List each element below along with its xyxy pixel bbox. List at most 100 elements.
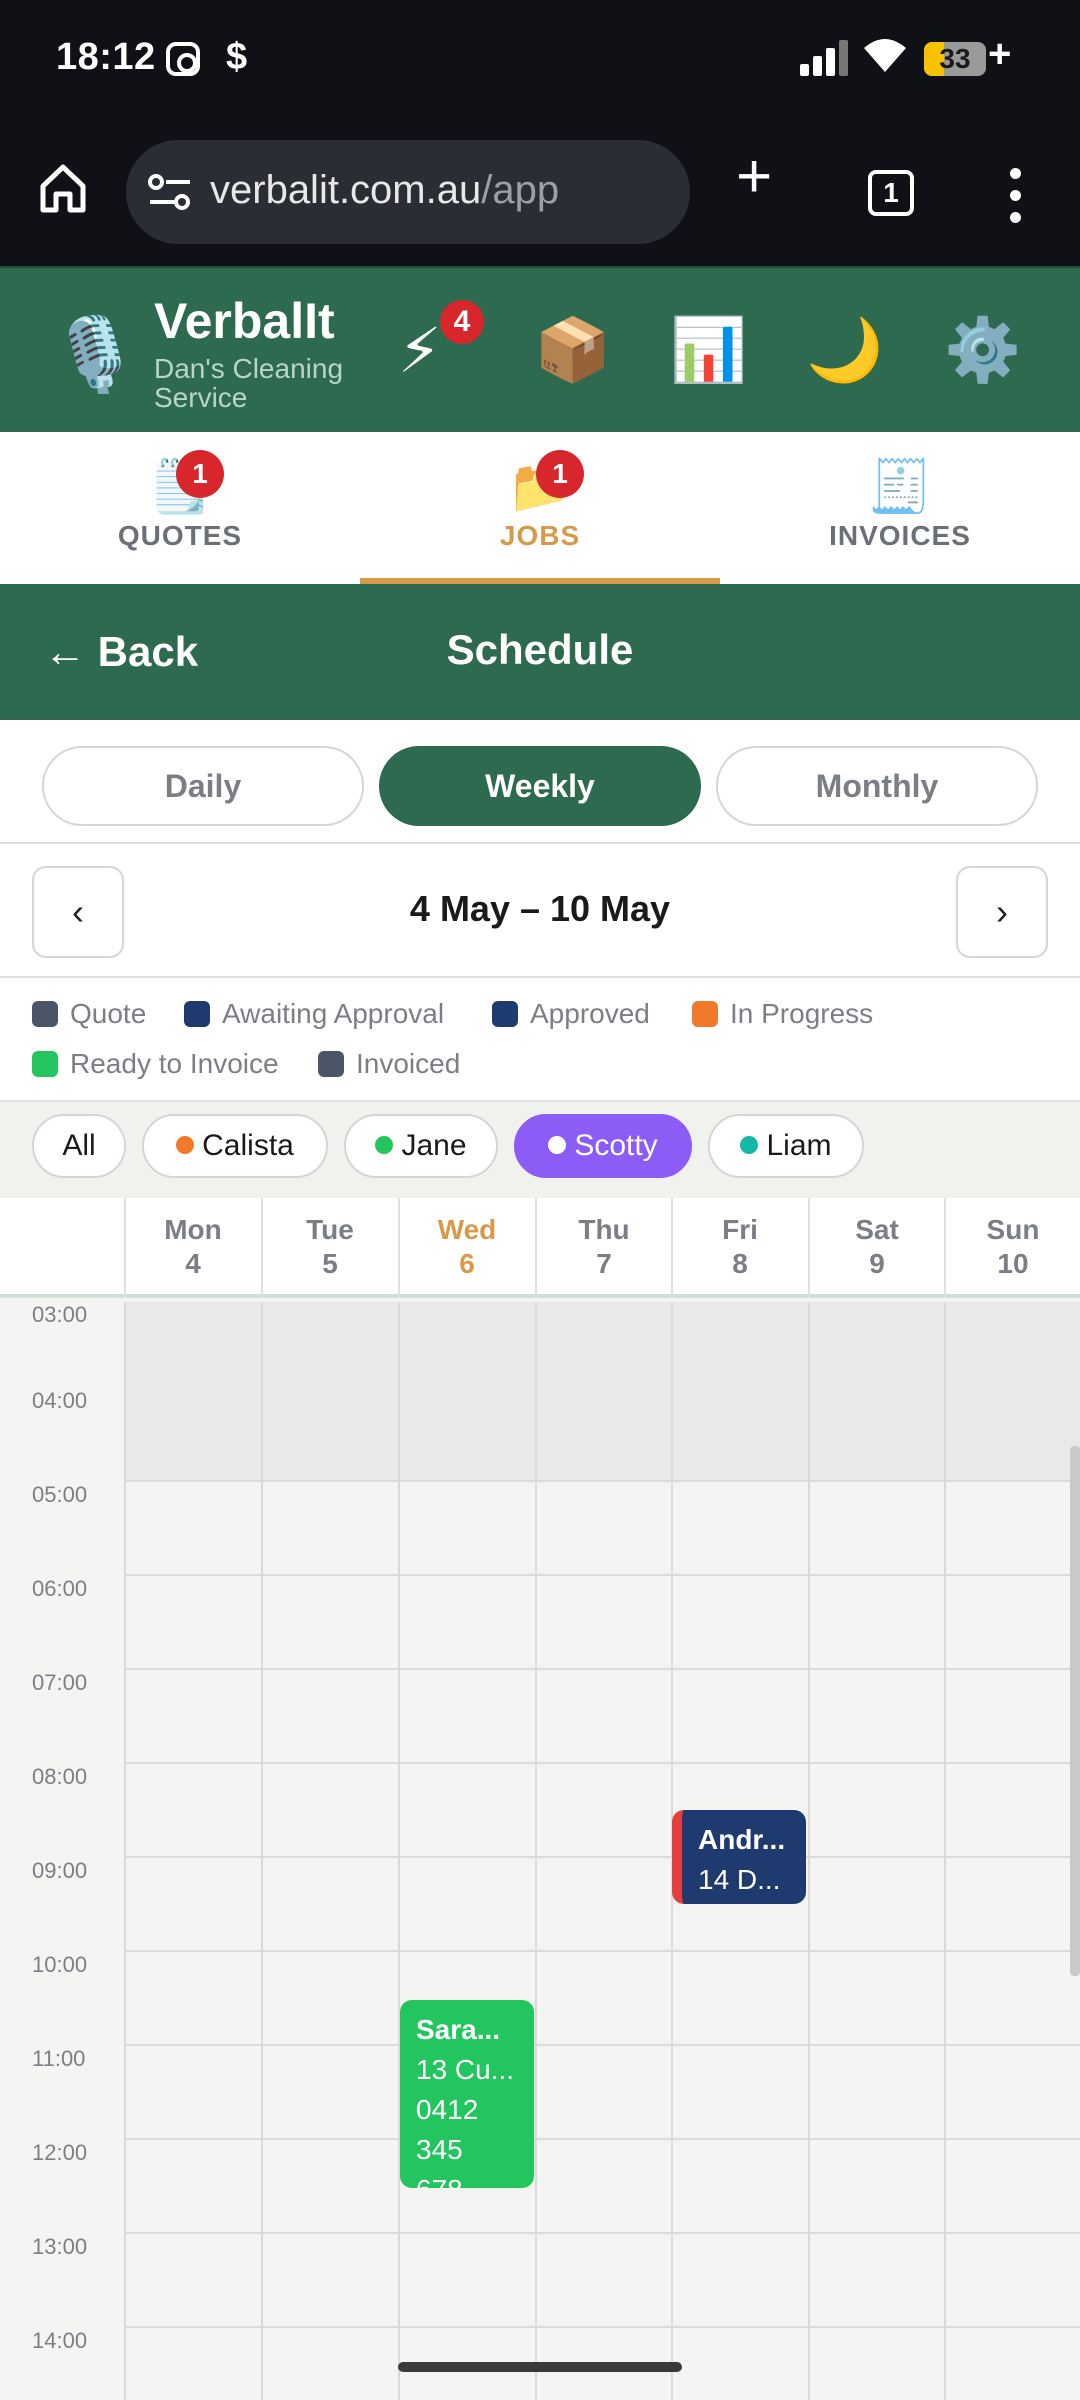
scrollbar[interactable] (1070, 1446, 1080, 1976)
day-column-line (398, 1302, 400, 2400)
event-client: Andr... (698, 1824, 786, 1855)
browser-toolbar: verbalit.com.au/app + 1 (0, 120, 1080, 266)
day-date: 6 (459, 1248, 475, 1279)
chip-label: All (62, 1129, 96, 1162)
legend-item: Awaiting Approval (184, 998, 444, 1030)
day-header-thu[interactable]: Thu 7 (535, 1198, 671, 1298)
day-column-line (808, 1302, 810, 2400)
day-header-tue[interactable]: Tue 5 (261, 1198, 397, 1298)
chart-icon[interactable]: 📊 (670, 314, 747, 387)
legend-item: In Progress (692, 998, 873, 1030)
browser-menu-icon[interactable] (1006, 168, 1026, 224)
event-address: 14 D... (698, 1864, 781, 1895)
week-navigator: ‹ 4 May – 10 May › (0, 844, 1080, 978)
gear-icon[interactable]: ⚙️ (944, 314, 1021, 387)
moon-icon[interactable]: 🌙 (806, 314, 883, 387)
legend-label: Quote (70, 998, 147, 1029)
day-header-fri[interactable]: Fri 8 (671, 1198, 807, 1298)
business-name: Dan's Cleaning Service (154, 353, 344, 413)
event-client: Sara... (416, 2014, 501, 2045)
staff-chip-scotty[interactable]: Scotty (514, 1114, 692, 1178)
job-event-sara[interactable]: Sara... 13 Cu... 0412 345 678 (400, 2000, 534, 2188)
day-header-sun[interactable]: Sun 10 (944, 1198, 1080, 1298)
day-name: Wed (437, 1214, 497, 1245)
next-week-button[interactable]: › (956, 866, 1048, 958)
week-time-grid[interactable]: 03:00 04:00 05:00 06:00 07:00 08:00 09:0… (0, 1302, 1080, 2400)
day-name: Sun (986, 1214, 1040, 1245)
tab-jobs[interactable]: 📁 1 JOBS (360, 432, 720, 584)
off-hours-block (124, 1302, 1080, 1480)
staff-chip-calista[interactable]: Calista (142, 1114, 328, 1178)
week-day-header: Mon 4 Tue 5 Wed 6 Thu 7 Fri 8 Sat 9 Sun 10 (0, 1198, 1080, 1298)
url-path: /app (481, 168, 560, 212)
legend-item: Ready to Invoice (32, 1048, 279, 1080)
legend-label: Ready to Invoice (70, 1048, 279, 1079)
hour-label: 03:00 (32, 1302, 88, 1327)
legend-swatch (492, 1001, 518, 1027)
tab-invoices[interactable]: 🧾 INVOICES (720, 432, 1080, 584)
jobs-badge: 1 (536, 450, 584, 498)
legend-item: Approved (492, 998, 650, 1030)
status-time: 18:12 (56, 36, 156, 78)
status-legend: Quote Awaiting Approval Approved In Prog… (0, 978, 1080, 1102)
battery-level: 33 (939, 43, 971, 74)
charging-icon: + (988, 32, 1012, 76)
day-name: Tue (306, 1214, 354, 1245)
hour-line (124, 2044, 1080, 2046)
tab-label: INVOICES (829, 520, 971, 551)
job-event-andr[interactable]: Andr... 14 D... (672, 1810, 806, 1904)
gesture-navigation-bar[interactable] (398, 2362, 682, 2372)
staff-chip-all[interactable]: All (32, 1114, 126, 1178)
weekly-view-button[interactable]: Weekly (379, 746, 701, 826)
staff-chip-jane[interactable]: Jane (344, 1114, 498, 1178)
day-date: 9 (869, 1248, 885, 1279)
legend-label: Awaiting Approval (222, 998, 445, 1029)
tab-label: JOBS (499, 520, 581, 551)
day-date: 7 (596, 1248, 612, 1279)
day-column-line (535, 1302, 537, 2400)
hour-label: 13:00 (32, 2234, 88, 2259)
day-header-mon[interactable]: Mon 4 (124, 1198, 260, 1298)
tab-label: QUOTES (117, 520, 243, 551)
new-tab-icon[interactable]: + (736, 146, 772, 208)
monthly-view-button[interactable]: Monthly (716, 746, 1038, 826)
url-bar[interactable]: verbalit.com.au/app (126, 140, 690, 244)
event-address: 13 Cu... (416, 2054, 515, 2085)
staff-filter: All Calista Jane Scotty Liam (0, 1102, 1080, 1198)
notification-badge: 4 (440, 300, 484, 344)
legend-swatch (184, 1001, 210, 1027)
hour-label: 11:00 (32, 2046, 86, 2071)
staff-chip-liam[interactable]: Liam (708, 1114, 864, 1178)
main-tabs: 🗒️ 1 QUOTES 📁 1 JOBS 🧾 INVOICES (0, 432, 1080, 584)
day-column-line (261, 1302, 263, 2400)
hour-label: 06:00 (32, 1576, 88, 1601)
package-icon[interactable]: 📦 (534, 314, 611, 387)
legend-label: Invoiced (356, 1048, 461, 1079)
day-date: 5 (322, 1248, 338, 1279)
hour-line (124, 1856, 1080, 1858)
tab-switcher-button[interactable]: 1 (868, 170, 914, 216)
signal-icon (800, 40, 850, 76)
tab-quotes[interactable]: 🗒️ 1 QUOTES (0, 432, 360, 584)
day-name: Mon (164, 1214, 222, 1245)
hour-label: 07:00 (32, 1670, 88, 1695)
hour-line (124, 2326, 1080, 2328)
home-icon[interactable] (38, 162, 88, 214)
day-header-wed[interactable]: Wed 6 (398, 1198, 534, 1298)
legend-label: Approved (530, 998, 650, 1029)
legend-swatch (32, 1051, 58, 1077)
hour-line (124, 1574, 1080, 1576)
schedule-header: ← Back Schedule (0, 584, 1080, 720)
lightning-icon[interactable]: ⚡ (398, 314, 442, 387)
hour-line (124, 2232, 1080, 2234)
day-date: 10 (997, 1248, 1029, 1279)
daily-view-button[interactable]: Daily (42, 746, 364, 826)
legend-swatch (32, 1001, 58, 1027)
day-header-sat[interactable]: Sat 9 (808, 1198, 944, 1298)
hour-label: 04:00 (32, 1388, 88, 1413)
legend-item: Quote (32, 998, 146, 1030)
chip-label: Calista (202, 1129, 294, 1162)
site-settings-icon[interactable] (148, 174, 192, 210)
battery-icon: 33 (924, 42, 986, 76)
hour-label: 08:00 (32, 1764, 88, 1789)
